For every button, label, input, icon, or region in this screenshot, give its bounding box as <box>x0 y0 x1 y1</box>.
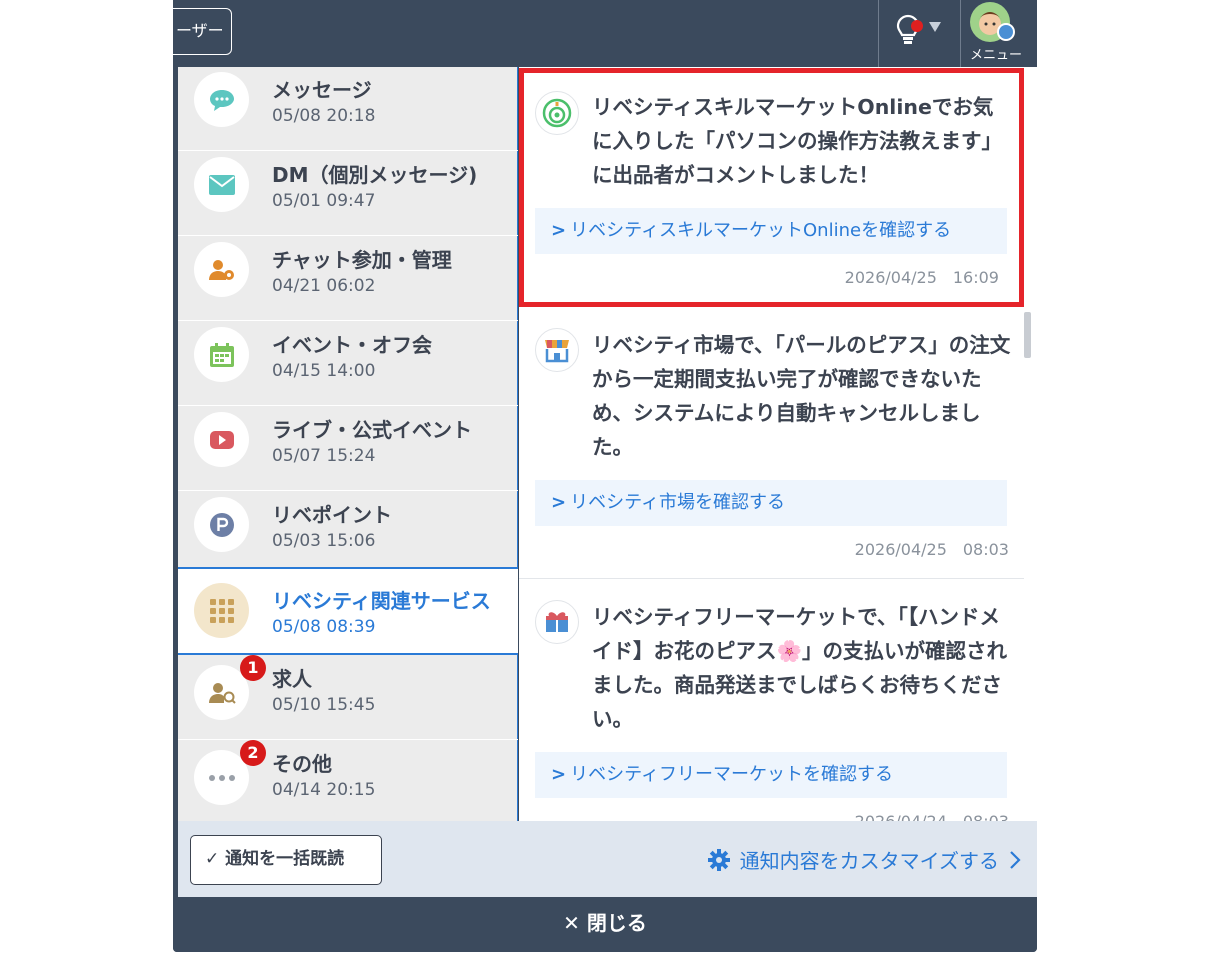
category-name: イベント・オフ会 <box>272 333 432 357</box>
notification-link-label: リベシティフリーマーケットを確認する <box>570 764 894 785</box>
user-avatar[interactable] <box>970 2 1016 44</box>
category-time: 04/14 20:15 <box>272 780 376 800</box>
category-name: リベポイント <box>272 503 392 527</box>
category-name: ライブ・公式イベント <box>272 418 472 442</box>
notification-panel: ーザー メニュー メッセージ 05/08 20:18 DM（個別メッセージ) 0… <box>173 0 1037 952</box>
category-time: 05/07 15:24 <box>272 446 376 466</box>
category-name: メッセージ <box>272 78 372 102</box>
top-header: ーザー メニュー <box>173 0 1037 67</box>
category-time: 05/08 20:18 <box>272 106 376 126</box>
notification-date: 2026/04/25 08:03 <box>854 540 1009 559</box>
market-shop-icon <box>535 328 579 372</box>
category-name: チャット参加・管理 <box>272 248 452 272</box>
skill-market-icon <box>535 91 579 135</box>
customize-notifications-link[interactable]: 通知内容をカスタマイズする <box>707 845 1021 874</box>
play-icon <box>194 412 249 467</box>
category-item-point[interactable]: リベポイント 05/03 15:06 <box>178 491 518 576</box>
unread-badge: 1 <box>240 655 266 681</box>
close-button[interactable]: ✕ 閉じる <box>173 897 1037 952</box>
chat-bubble-icon <box>194 72 249 127</box>
notification-list: リベシティスキルマーケットOnlineでお気に入りした「パソコンの操作方法教えま… <box>519 67 1037 821</box>
chevron-right-icon <box>1010 850 1021 869</box>
envelope-icon <box>194 157 249 212</box>
mark-all-read-button[interactable]: ✓ 通知を一括既読 <box>190 835 382 885</box>
category-list: メッセージ 05/08 20:18 DM（個別メッセージ) 05/01 09:4… <box>178 67 518 821</box>
category-item-related-services[interactable]: リベシティ関連サービス 05/08 08:39 <box>178 567 518 655</box>
user-gear-icon <box>194 242 249 297</box>
gear-icon <box>707 848 730 871</box>
category-item-live[interactable]: ライブ・公式イベント 05/07 15:24 <box>178 406 518 491</box>
close-icon: ✕ <box>563 911 580 935</box>
unread-badge: 2 <box>240 740 266 766</box>
category-item-event[interactable]: イベント・オフ会 04/15 14:00 <box>178 321 518 406</box>
notification-item[interactable]: リベシティ市場で、「パールのピアス」の注文から一定期間支払い完了が確認できないた… <box>519 307 1024 579</box>
user-button[interactable]: ーザー <box>173 8 232 55</box>
footer-bar: ✓ 通知を一括既読 通知内容をカスタマイズする <box>178 821 1037 897</box>
category-time: 04/15 14:00 <box>272 361 376 381</box>
category-time: 05/10 15:45 <box>272 695 376 715</box>
flea-market-icon <box>535 600 579 644</box>
notification-text: リベシティ市場で、「パールのピアス」の注文から一定期間支払い完了が確認できないた… <box>592 333 1011 459</box>
category-item-jobs[interactable]: 1 求人 05/10 15:45 <box>178 655 518 740</box>
category-name: DM（個別メッセージ) <box>272 163 478 187</box>
menu-label[interactable]: メニュー <box>961 44 1031 63</box>
scrollbar-thumb[interactable] <box>1024 312 1031 358</box>
notification-link[interactable]: > リベシティスキルマーケットOnlineを確認する <box>535 208 1007 254</box>
notification-item[interactable]: リベシティフリーマーケットで、「【ハンドメイド】お花のピアス🌸」の支払いが確認さ… <box>519 579 1024 821</box>
category-time: 04/21 06:02 <box>272 276 376 296</box>
notification-item[interactable]: リベシティスキルマーケットOnlineでお気に入りした「パソコンの操作方法教えま… <box>519 68 1024 307</box>
grid-icon <box>194 583 249 638</box>
category-item-chat-manage[interactable]: チャット参加・管理 04/21 06:02 <box>178 236 518 321</box>
notification-text: リベシティフリーマーケットで、「【ハンドメイド】お花のピアス🌸」の支払いが確認さ… <box>592 605 1008 731</box>
category-item-message[interactable]: メッセージ 05/08 20:18 <box>178 67 518 151</box>
category-name: その他 <box>272 752 332 776</box>
category-name: リベシティ関連サービス <box>272 589 491 613</box>
category-item-dm[interactable]: DM（個別メッセージ) 05/01 09:47 <box>178 151 518 236</box>
notification-link-label: リベシティスキルマーケットOnlineを確認する <box>570 220 952 241</box>
hint-bulb-icon[interactable] <box>895 12 951 46</box>
notification-date: 2026/04/24 08:03 <box>855 808 1009 821</box>
notification-text: リベシティスキルマーケットOnlineでお気に入りした「パソコンの操作方法教えま… <box>592 95 1002 187</box>
notification-link[interactable]: > リベシティフリーマーケットを確認する <box>535 752 1007 798</box>
customize-label: 通知内容をカスタマイズする <box>739 849 999 873</box>
check-icon: ✓ <box>205 849 220 869</box>
mark-all-read-label: 通知を一括既読 <box>225 849 345 869</box>
notification-date: 2026/04/25 16:09 <box>844 268 999 287</box>
category-name: 求人 <box>272 667 312 691</box>
category-time: 05/03 15:06 <box>272 531 376 551</box>
notification-link-label: リベシティ市場を確認する <box>570 492 786 513</box>
header-divider <box>878 0 879 67</box>
notification-link[interactable]: > リベシティ市場を確認する <box>535 480 1007 526</box>
close-label: 閉じる <box>586 911 647 935</box>
category-time: 05/08 08:39 <box>272 617 376 637</box>
category-item-other[interactable]: 2 その他 04/14 20:15 <box>178 740 518 821</box>
point-icon <box>194 497 249 552</box>
category-time: 05/01 09:47 <box>272 191 376 211</box>
calendar-icon <box>194 327 249 382</box>
